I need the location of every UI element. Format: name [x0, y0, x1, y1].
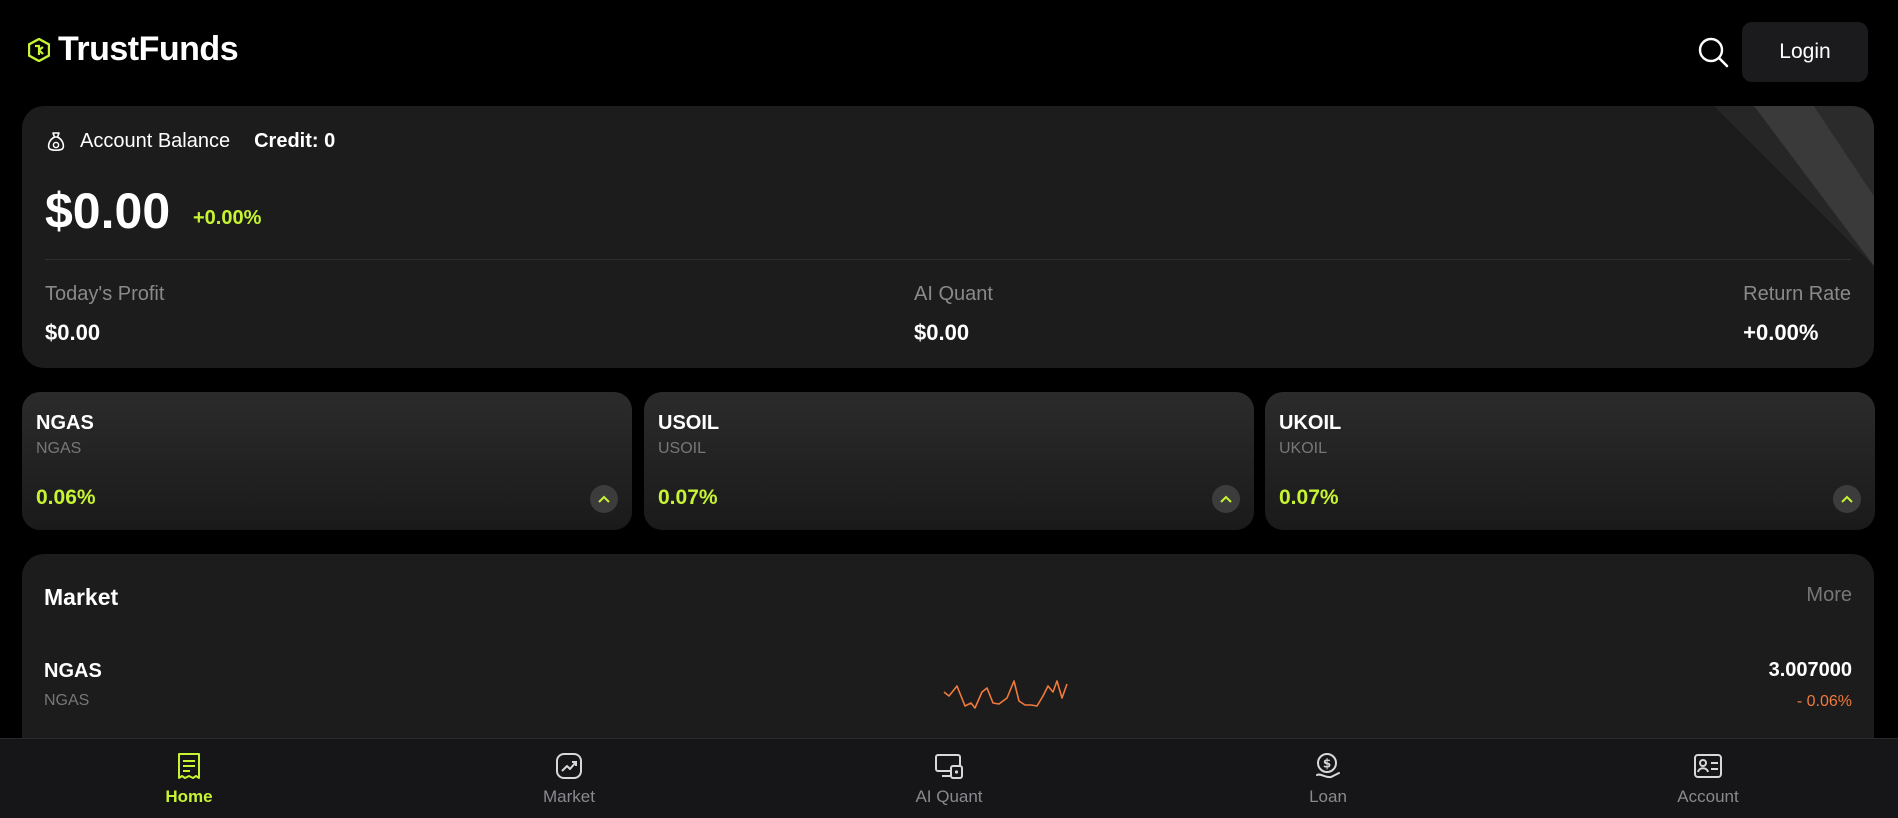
search-icon[interactable] [1697, 36, 1729, 68]
ticker-subtitle: NGAS [36, 440, 82, 457]
ticker-card-usoil[interactable]: USOIL USOIL 0.07% [644, 392, 1254, 530]
market-title: Market [44, 584, 119, 610]
nav-label: Home [165, 787, 213, 806]
ticker-subtitle: USOIL [658, 440, 707, 457]
balance-amount: $0.00 [45, 183, 171, 239]
nav-item-ai-quant[interactable]: AI Quant [849, 739, 1049, 818]
stat-value: $0.00 [914, 320, 970, 345]
divider [45, 259, 1851, 260]
decorative-stripes [1714, 106, 1874, 266]
login-button[interactable]: Login [1742, 22, 1868, 82]
stat-value: +0.00% [1743, 320, 1819, 345]
chevron-up-icon [1212, 485, 1240, 513]
ticker-name: USOIL [658, 412, 720, 434]
ticker-percent: 0.07% [1279, 486, 1339, 509]
balance-header: Account Balance Credit: 0 [46, 130, 335, 153]
nav-item-home[interactable]: Home [89, 739, 289, 818]
market-row-change: - 0.06% [1796, 693, 1852, 710]
nav-label: AI Quant [915, 787, 983, 806]
stat-value: $0.00 [45, 320, 101, 345]
credit-value: Credit: 0 [254, 130, 336, 152]
stat-todays-profit: Today's Profit $0.00 [45, 283, 164, 346]
top-header: TrustFunds Login [0, 0, 1898, 104]
ticker-card-ngas[interactable]: NGAS NGAS 0.06% [22, 392, 632, 530]
market-row-subtitle: NGAS [44, 692, 90, 709]
balance-label: Account Balance [80, 130, 231, 152]
nav-item-account[interactable]: Account [1608, 739, 1808, 818]
nav-label: Loan [1309, 787, 1347, 806]
brand-logo[interactable]: TrustFunds [28, 30, 239, 69]
stat-label: Today's Profit [45, 283, 165, 305]
brand-name: TrustFunds [58, 30, 239, 68]
nav-label: Account [1677, 787, 1739, 806]
stat-label: AI Quant [914, 283, 993, 305]
ticker-percent: 0.07% [658, 486, 718, 509]
ticker-subtitle: UKOIL [1279, 440, 1328, 457]
coin-hand-icon: $ [1316, 753, 1340, 779]
balance-change: +0.00% [193, 207, 262, 229]
stat-label: Return Rate [1743, 283, 1851, 305]
trend-icon [556, 753, 582, 779]
nav-label: Market [543, 787, 595, 806]
market-row-price: 3.007000 [1768, 659, 1852, 681]
ticker-card-ukoil[interactable]: UKOIL UKOIL 0.07% [1265, 392, 1875, 530]
more-link[interactable]: More [1806, 584, 1852, 607]
account-balance-card: Account Balance Credit: 0 $0.00 +0.00% T… [22, 106, 1874, 368]
ticker-percent: 0.06% [36, 486, 96, 509]
money-bag-icon [47, 131, 65, 151]
market-row-name: NGAS [44, 660, 102, 682]
monitor-lock-icon [935, 754, 963, 779]
stat-ai-quant: AI Quant $0.00 [914, 283, 993, 346]
bottom-nav: Home Market AI Quant $ Loan Account [0, 738, 1898, 818]
ticker-name: NGAS [36, 412, 94, 434]
chevron-up-icon [1833, 485, 1861, 513]
chevron-up-icon [590, 485, 618, 513]
nav-item-loan[interactable]: $ Loan [1228, 739, 1428, 818]
nav-item-market[interactable]: Market [469, 739, 669, 818]
receipt-icon [178, 753, 200, 779]
ticker-name: UKOIL [1279, 412, 1342, 434]
id-card-icon [1694, 754, 1722, 778]
sparkline-chart [943, 680, 1068, 709]
stat-return-rate: Return Rate +0.00% [1743, 283, 1851, 346]
svg-text:$: $ [1323, 757, 1331, 771]
logo-icon [28, 37, 50, 62]
